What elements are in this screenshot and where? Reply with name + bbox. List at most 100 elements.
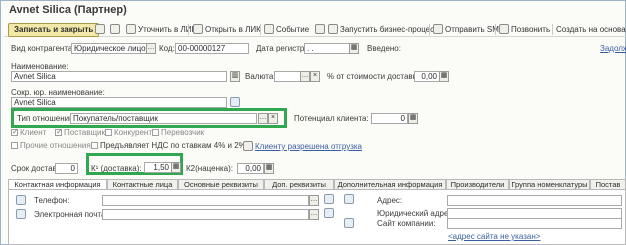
open-lik-button[interactable]: Открыть в ЛИК <box>193 23 261 36</box>
address-field[interactable] <box>447 195 622 206</box>
percent-field[interactable]: 0,00 <box>414 71 440 82</box>
tab-product-groups[interactable]: Группа номенклатуры <box>509 179 590 189</box>
call-button[interactable]: Позвонить <box>499 23 550 36</box>
name-field[interactable]: Avnet Silica <box>11 71 227 82</box>
separator <box>260 24 261 35</box>
tab-main-details[interactable]: Основные реквизиты <box>178 179 264 189</box>
checkbox-icon <box>152 129 159 136</box>
shipping-link-label: Клиенту разрешена отгрузка <box>255 142 362 151</box>
relation-clear-button[interactable]: × <box>268 113 278 124</box>
tab-manufacturers[interactable]: Производители <box>446 179 509 189</box>
site-label: Сайт компании: <box>377 219 436 228</box>
partner-window: Avnet Silica (Партнер) Записать и закрыт… <box>0 0 626 245</box>
site-placeholder-link[interactable]: <адрес сайта не указан> <box>448 232 540 241</box>
currency-select-button[interactable]: … <box>300 71 310 82</box>
site-field[interactable] <box>447 218 622 229</box>
code-field[interactable]: 00-00000127 <box>175 43 249 54</box>
k2-label: К2(наценка): <box>186 164 234 173</box>
relation-field[interactable]: Покупатель/поставщик <box>70 113 257 124</box>
separator <box>552 24 553 35</box>
site-icon <box>344 218 354 228</box>
refresh-icon[interactable] <box>230 97 240 107</box>
supplier-checkbox[interactable]: Поставщик <box>55 127 106 137</box>
delivery-field[interactable]: 0 <box>55 163 78 174</box>
vat-checkbox[interactable]: Предъявляет НДС по ставкам 4% и 2% <box>91 141 246 150</box>
email-icon <box>16 209 26 219</box>
potential-field[interactable]: 0 <box>371 113 408 124</box>
contact-panel: Телефон: … Адрес: Электронная почта: … Ю… <box>8 189 626 245</box>
potential-label: Потенциал клиента: <box>294 114 369 123</box>
check-icon <box>11 127 19 136</box>
other-label: Прочие отношения <box>20 141 91 150</box>
calendar-icon[interactable]: ▦ <box>349 43 359 54</box>
mail-icon[interactable] <box>324 208 334 218</box>
k1-field[interactable]: 1,50 <box>144 162 172 173</box>
k2-field[interactable]: 0,00 <box>237 163 264 174</box>
k1-label: К¹ (доставка): <box>91 164 142 173</box>
checkbox-icon <box>91 142 98 149</box>
phone-label: Телефон: <box>34 196 70 205</box>
phone-icon <box>16 195 26 205</box>
contractor-type-field[interactable]: Юридическое лицо <box>71 43 153 54</box>
process-icon[interactable] <box>315 23 327 36</box>
client-checkbox[interactable]: Клиент <box>11 127 47 137</box>
code-label: Код: <box>159 44 175 53</box>
chart-icon[interactable]: ▥ <box>230 71 240 82</box>
contractor-type-select-button[interactable]: … <box>146 43 156 54</box>
call-icon[interactable] <box>324 194 334 204</box>
email-select-button[interactable]: … <box>309 209 319 220</box>
separator <box>429 24 430 35</box>
currency-clear-button[interactable]: × <box>310 71 320 82</box>
percent-label: % от стоимости доставки: <box>327 72 423 81</box>
carrier-checkbox[interactable]: Перевозчик <box>152 128 204 137</box>
relation-label: Тип отношений: <box>17 114 76 123</box>
save-icon[interactable] <box>95 23 107 36</box>
debt-link[interactable]: Задолж <box>600 44 626 53</box>
competitor-checkbox[interactable]: Конкурент <box>105 128 152 137</box>
event-button[interactable]: Событие <box>264 23 309 36</box>
tab-additional-info[interactable]: Дополнительная информация <box>334 179 446 189</box>
short-name-field[interactable]: Avnet Silica <box>11 97 227 108</box>
reg-date-field[interactable]: . . <box>304 43 350 54</box>
vat-label: Предъявляет НДС по ставкам 4% и 2% <box>100 141 246 150</box>
email-field[interactable] <box>102 209 309 220</box>
separator <box>495 24 496 35</box>
competitor-label: Конкурент <box>114 128 153 137</box>
event-label: Событие <box>276 25 310 34</box>
window-title: Avnet Silica (Партнер) <box>9 4 127 16</box>
client-label: Клиент <box>20 128 47 137</box>
contractor-type-label: Вид контрагента: <box>11 44 75 53</box>
refine-button[interactable]: Уточнить в ЛИК <box>126 23 196 36</box>
other-checkbox[interactable]: Прочие отношения <box>11 141 91 150</box>
start-process-button[interactable]: Запустить бизнес-процесс <box>328 23 438 36</box>
checkbox-icon <box>11 142 18 149</box>
carrier-label: Перевозчик <box>161 128 205 137</box>
shipping-link[interactable]: Клиенту разрешена отгрузка <box>243 141 362 151</box>
send-sms-button[interactable]: Отправить SMS <box>433 23 504 36</box>
legal-address-label: Юридический адрес: <box>377 209 455 218</box>
phone-select-button[interactable]: … <box>309 195 319 206</box>
email-label: Электронная почта: <box>34 210 108 219</box>
relation-select-button[interactable]: … <box>258 113 268 124</box>
k1-calc-icon[interactable]: ▦ <box>171 162 181 173</box>
toolbar: Записать и закрыть Уточнить в ЛИК Открыт… <box>4 21 626 37</box>
tab-contact-persons[interactable]: Контактные лица <box>107 179 178 189</box>
separator <box>188 24 189 35</box>
potential-calc-icon[interactable]: ▦ <box>408 113 418 124</box>
create-basis-menu[interactable]: Создать на основани <box>556 23 626 36</box>
tab-suppliers[interactable]: Постав <box>590 179 626 189</box>
name-label: Наименование: <box>11 62 69 71</box>
k2-calc-icon[interactable]: ▦ <box>264 163 274 174</box>
check-icon <box>55 127 63 136</box>
currency-field[interactable] <box>274 71 301 82</box>
phone-field[interactable] <box>102 195 309 206</box>
save-close-button[interactable]: Записать и закрыть <box>8 23 100 37</box>
supplier-label: Поставщик <box>64 128 106 137</box>
address-label: Адрес: <box>377 196 403 205</box>
tab-extra-details[interactable]: Доп. реквизиты <box>264 179 334 189</box>
introduced-label: Введено: <box>367 44 401 53</box>
lik-icon[interactable] <box>110 23 122 36</box>
call-label: Позвонить <box>511 25 551 34</box>
currency-label: Валюта: <box>245 72 276 81</box>
calculator-icon[interactable]: ▦ <box>439 71 449 82</box>
